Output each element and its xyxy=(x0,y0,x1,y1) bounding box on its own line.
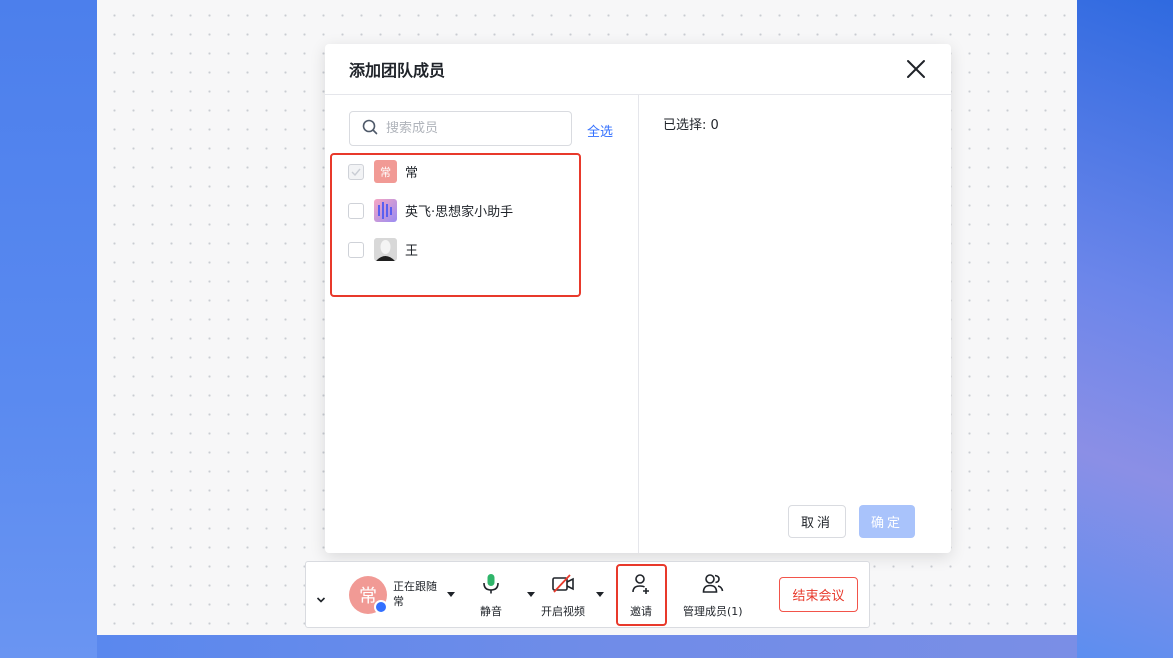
background-bottom xyxy=(97,635,1077,658)
background-left xyxy=(0,0,97,658)
list-item[interactable]: 王 xyxy=(331,230,581,269)
member-name: 常 xyxy=(405,166,419,181)
manage-members-label: 管理成员(1) xyxy=(683,605,743,618)
following-label: 正在跟随 xyxy=(393,580,437,593)
video-off-icon xyxy=(551,573,575,599)
avatar: 常 xyxy=(374,160,397,183)
mute-label: 静音 xyxy=(480,605,502,618)
selected-count: 已选择: 0 xyxy=(663,118,719,133)
member-name: 英飞·思想家小助手 xyxy=(405,205,514,220)
invite-button[interactable]: 邀请 xyxy=(630,573,652,619)
following-status[interactable]: 正在跟随 常 xyxy=(393,579,437,609)
start-video-button[interactable]: 开启视频 xyxy=(541,573,585,619)
dialog-header: 添加团队成员 xyxy=(325,44,951,95)
avatar xyxy=(374,199,397,222)
microphone-icon xyxy=(481,573,501,599)
manage-members-button[interactable]: 管理成员(1) xyxy=(683,573,743,619)
dialog-title: 添加团队成员 xyxy=(349,61,446,80)
member-pane: 全选 常 常 xyxy=(325,95,639,553)
member-checkbox[interactable] xyxy=(348,163,364,180)
selected-pane: 已选择: 0 取消 确定 xyxy=(639,95,951,553)
member-name: 王 xyxy=(405,244,419,259)
audio-dropdown-caret-icon[interactable] xyxy=(527,592,535,597)
background-right xyxy=(1077,0,1173,658)
end-meeting-button[interactable]: 结束会议 xyxy=(779,577,858,612)
add-user-icon xyxy=(631,573,651,599)
meeting-toolbar: 常 正在跟随 常 静音 开启视频 邀请 管理成员(1) 结束会议 xyxy=(305,561,870,628)
eye-icon xyxy=(374,600,388,614)
member-checkbox[interactable] xyxy=(348,202,364,219)
avatar xyxy=(374,238,397,261)
search-input[interactable] xyxy=(386,121,546,136)
list-item[interactable]: 常 常 xyxy=(331,152,581,191)
member-checkbox[interactable] xyxy=(348,241,364,258)
cancel-button[interactable]: 取消 xyxy=(788,505,846,538)
add-team-member-dialog: 添加团队成员 全选 常 常 xyxy=(325,44,951,553)
video-dropdown-caret-icon[interactable] xyxy=(596,592,604,597)
mute-button[interactable]: 静音 xyxy=(480,573,502,619)
confirm-button[interactable]: 确定 xyxy=(859,505,915,538)
list-item[interactable]: 英飞·思想家小助手 xyxy=(331,191,581,230)
users-icon xyxy=(702,573,724,599)
follow-dropdown-caret-icon[interactable] xyxy=(447,592,455,597)
invite-label: 邀请 xyxy=(630,605,652,618)
start-video-label: 开启视频 xyxy=(541,605,585,618)
collapse-chevron-icon[interactable] xyxy=(316,589,326,608)
search-box[interactable] xyxy=(349,111,572,146)
following-name: 常 xyxy=(393,595,404,608)
search-icon xyxy=(362,119,378,139)
select-all-link[interactable]: 全选 xyxy=(587,121,613,140)
member-list: 常 常 英飞·思想家小助手 王 xyxy=(331,152,581,269)
close-icon[interactable] xyxy=(905,58,927,80)
